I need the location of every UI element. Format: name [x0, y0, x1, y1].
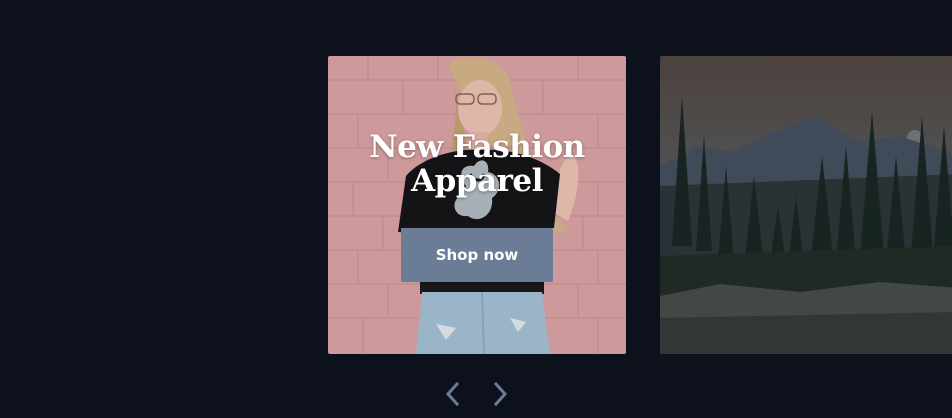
- slide-forest[interactable]: [660, 56, 952, 354]
- slide-title-line-2: Apparel: [411, 163, 543, 199]
- chevron-right-icon: [493, 381, 508, 407]
- slide-title-line-1: New Fashion: [369, 129, 585, 165]
- chevron-left-icon: [445, 381, 460, 407]
- forest-landscape-image: [660, 56, 952, 354]
- fashion-model-image: [328, 56, 626, 354]
- slide-title: New Fashion Apparel: [328, 130, 626, 198]
- shop-now-button[interactable]: Shop now: [401, 228, 553, 282]
- previous-slide-button[interactable]: [440, 380, 464, 408]
- product-carousel: New Fashion Apparel Shop now: [0, 0, 952, 418]
- next-slide-button[interactable]: [489, 380, 513, 408]
- slide-fashion[interactable]: New Fashion Apparel Shop now: [328, 56, 626, 354]
